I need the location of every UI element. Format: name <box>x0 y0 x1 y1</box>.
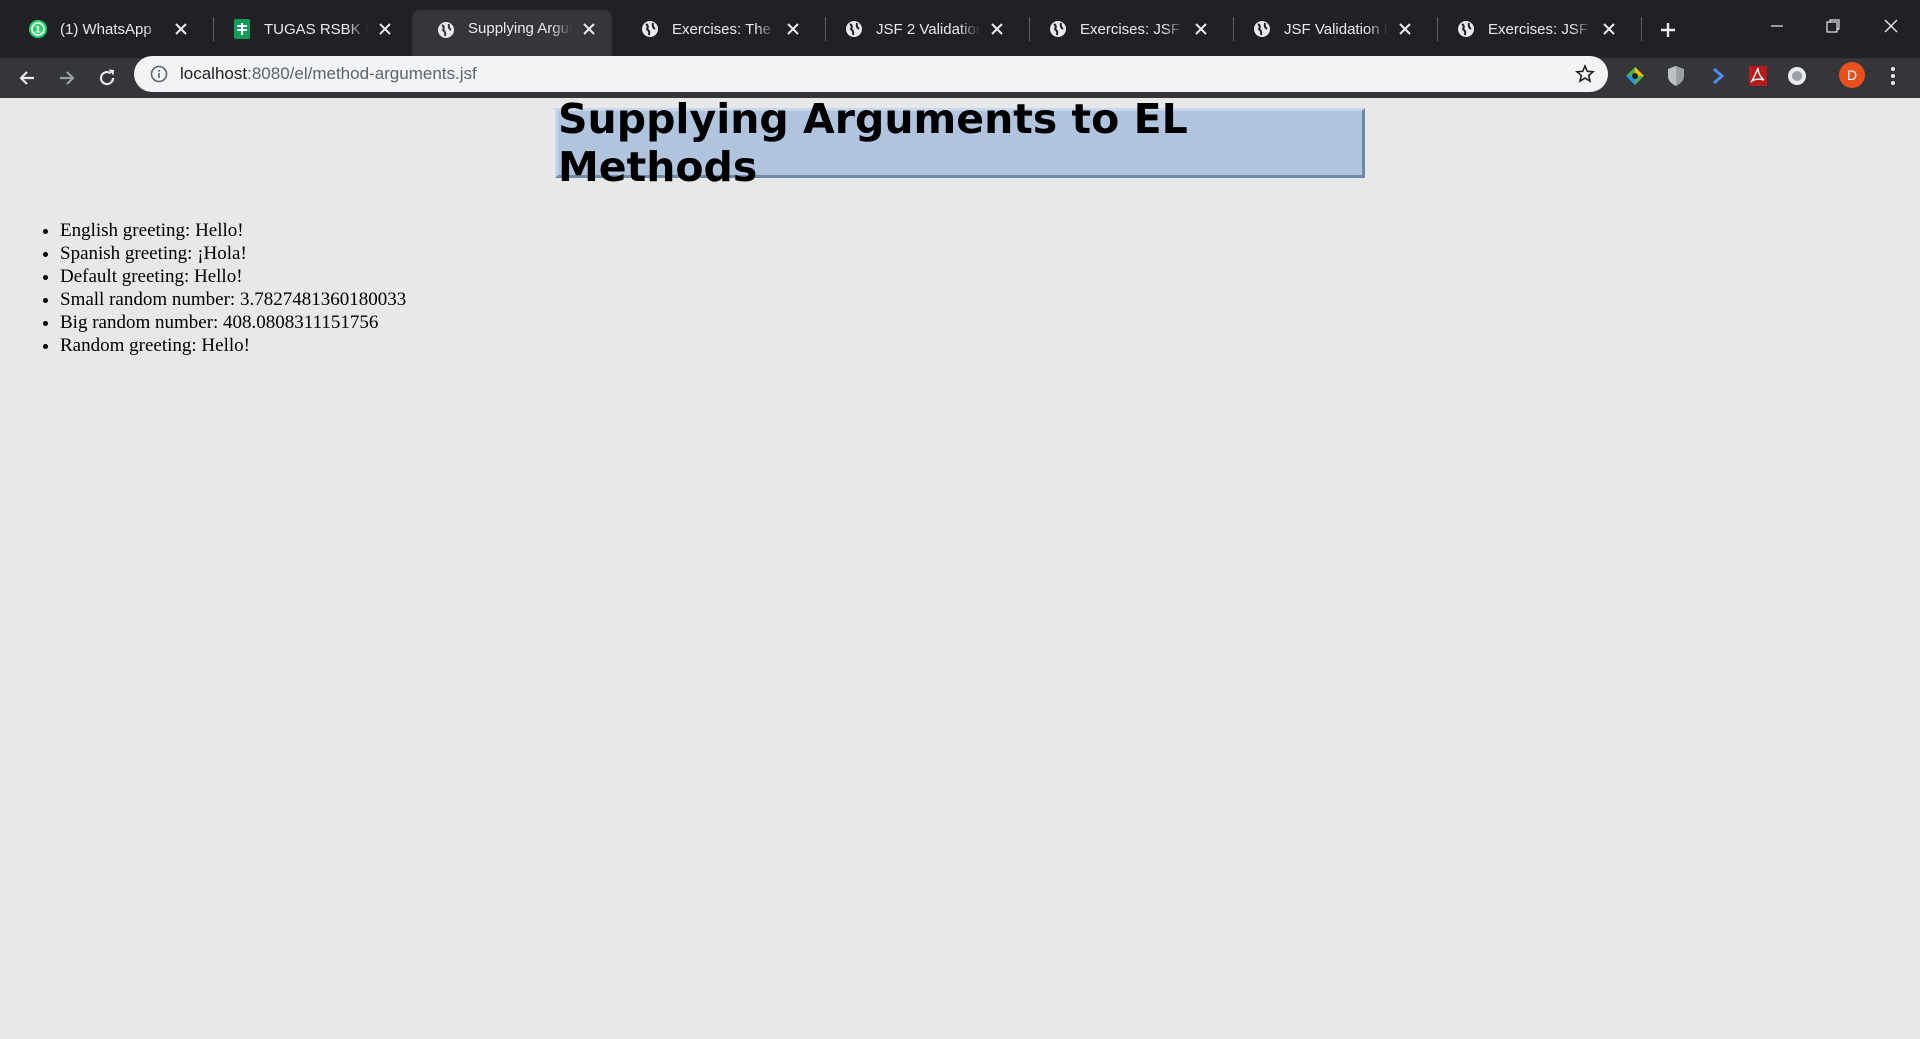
more-vert-icon <box>1891 67 1895 85</box>
tab-supplying-arguments[interactable]: Supplying Argume <box>412 10 612 58</box>
plus-icon <box>1661 23 1675 37</box>
close-icon[interactable] <box>1396 20 1414 38</box>
tab-jsf2-validation[interactable]: JSF 2 Validation Pa <box>820 10 1020 48</box>
bookmark-star-icon[interactable] <box>1574 63 1596 85</box>
tab-title: Exercises: JSF 2 Val <box>1080 20 1184 38</box>
whatsapp-icon: 1 <box>28 19 48 39</box>
minimize-icon <box>1771 25 1783 27</box>
reload-icon <box>99 69 115 86</box>
restore-button[interactable] <box>1813 10 1853 42</box>
tab-title: TUGAS RSBK B - G <box>264 20 368 38</box>
close-icon[interactable] <box>1192 20 1210 38</box>
page-content: Supplying Arguments to EL Methods Englis… <box>0 95 1920 1039</box>
tab-title: JSF 2 Validation Pa <box>876 20 980 38</box>
page-title: Supplying Arguments to EL Methods <box>558 95 1188 191</box>
back-button[interactable] <box>10 62 44 94</box>
url-path: :8080/el/method-arguments.jsf <box>247 64 477 83</box>
list-item: Small random number: 3.7827481360180033 <box>60 288 406 311</box>
close-icon <box>1884 19 1898 33</box>
tab-whatsapp[interactable]: 1 (1) WhatsApp <box>4 10 204 48</box>
globe-icon <box>640 19 660 39</box>
globe-icon <box>1048 19 1068 39</box>
sheets-icon <box>232 19 252 39</box>
arrow-right-icon <box>60 71 75 85</box>
globe-icon <box>1456 19 1476 39</box>
svg-text:1: 1 <box>35 26 41 36</box>
circle-extension-icon[interactable] <box>1783 62 1811 90</box>
url-host: localhost <box>180 64 248 83</box>
tab-tugas-rsbk[interactable]: TUGAS RSBK B - G <box>208 10 408 48</box>
extension-colorful-icon[interactable] <box>1621 62 1649 90</box>
tab-strip: 1 (1) WhatsApp TUGAS RSBK B - G Supplyin… <box>0 0 1920 58</box>
close-icon[interactable] <box>988 20 1006 38</box>
menu-button[interactable] <box>1883 62 1903 90</box>
tab-title: Supplying Argume <box>468 20 572 37</box>
list-item: Random greeting: Hello! <box>60 334 406 357</box>
tab-separator <box>1641 17 1642 41</box>
reload-button[interactable] <box>90 62 124 94</box>
list-item: English greeting: Hello! <box>60 219 406 242</box>
close-icon[interactable] <box>580 20 598 38</box>
restore-icon <box>1826 19 1840 33</box>
avatar[interactable]: D <box>1839 62 1865 88</box>
title-box: Supplying Arguments to EL Methods <box>555 95 1365 191</box>
url-text[interactable]: localhost:8080/el/method-arguments.jsf <box>180 64 477 84</box>
tab-title: JSF Validation Part <box>1284 20 1388 38</box>
list-item: Big random number: 408.0808311151756 <box>60 311 406 334</box>
close-icon[interactable] <box>784 20 802 38</box>
tab-exercises-jsf[interactable]: Exercises: The JSF 2 <box>616 10 816 48</box>
info-icon[interactable] <box>150 65 168 83</box>
tab-exercises-jsf2-validation-2[interactable]: Exercises: JSF 2 Val <box>1432 10 1632 48</box>
tab-title: Exercises: JSF 2 Val <box>1488 20 1592 38</box>
forward-button[interactable] <box>50 62 84 94</box>
new-tab-button[interactable] <box>1652 16 1684 44</box>
list-item: Spanish greeting: ¡Hola! <box>60 242 406 265</box>
close-window-button[interactable] <box>1871 10 1911 42</box>
close-icon[interactable] <box>1600 20 1618 38</box>
tab-title: (1) WhatsApp <box>60 20 152 38</box>
tab-title: Exercises: The JSF 2 <box>672 20 776 38</box>
globe-icon <box>436 20 456 40</box>
list-item: Default greeting: Hello! <box>60 265 406 288</box>
address-bar[interactable]: localhost:8080/el/method-arguments.jsf <box>134 56 1608 92</box>
globe-icon <box>844 19 864 39</box>
chevron-right-icon[interactable] <box>1704 62 1732 90</box>
tab-jsf-validation-part[interactable]: JSF Validation Part <box>1228 10 1428 48</box>
arrow-left-icon <box>19 71 34 85</box>
tab-exercises-jsf2-validation[interactable]: Exercises: JSF 2 Val <box>1024 10 1224 48</box>
globe-icon <box>1252 19 1272 39</box>
pdf-icon[interactable] <box>1744 62 1772 90</box>
close-icon[interactable] <box>376 20 394 38</box>
close-icon[interactable] <box>172 20 190 38</box>
shield-icon[interactable] <box>1662 62 1690 90</box>
results-list: English greeting: Hello! Spanish greetin… <box>20 219 406 357</box>
minimize-button[interactable] <box>1757 10 1797 42</box>
